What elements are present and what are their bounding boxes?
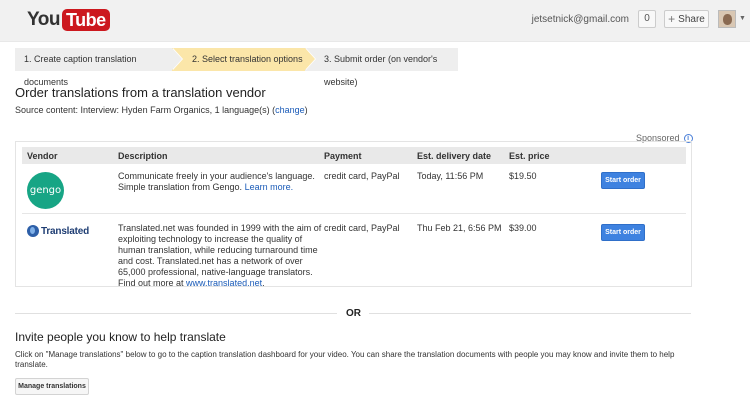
or-label: OR	[346, 308, 361, 319]
vendor-table: Vendor Description Payment Est. delivery…	[15, 141, 692, 288]
avatar-face-icon	[723, 14, 732, 25]
plus-icon: +	[668, 12, 676, 26]
table-header: Vendor Description Payment Est. delivery…	[22, 147, 686, 164]
learn-more-link[interactable]: Learn more.	[245, 182, 294, 192]
step-submit-order: 3. Submit order (on vendor's website)	[305, 48, 458, 87]
breadcrumb: 1. Create caption translation documents …	[15, 48, 458, 87]
table-row: Translated Translated.net was founded in…	[22, 215, 686, 288]
start-order-button[interactable]: Start order	[601, 224, 645, 241]
share-button[interactable]: + Share	[664, 10, 709, 28]
globe-icon	[27, 225, 39, 237]
table-row: gengo Communicate freely in your audienc…	[22, 164, 686, 214]
source-close: )	[304, 105, 308, 115]
vendor-column-header: Vendor	[27, 151, 58, 161]
price-cell: $39.00	[509, 223, 537, 233]
price-cell: $19.50	[509, 171, 537, 181]
step-label: 1. Create caption translation documents	[24, 54, 137, 87]
description-end: .	[262, 278, 265, 288]
divider	[15, 313, 337, 314]
page-title: Order translations from a translation ve…	[15, 85, 266, 100]
chevron-down-icon[interactable]: ▼	[739, 15, 746, 22]
logo-tube-text: Tube	[61, 9, 110, 31]
source-content: Source content: Interview: Hyden Farm Or…	[15, 105, 308, 115]
invite-title: Invite people you know to help translate	[15, 330, 226, 344]
price-column-header: Est. price	[509, 151, 550, 161]
payment-column-header: Payment	[324, 151, 362, 161]
delivery-column-header: Est. delivery date	[417, 151, 492, 161]
notification-count-button[interactable]: 0	[638, 10, 656, 28]
youtube-logo[interactable]: You Tube	[27, 9, 110, 31]
payment-cell: credit card, PayPal	[324, 171, 400, 181]
description-column-header: Description	[118, 151, 168, 161]
translated-website-link[interactable]: www.translated.net	[186, 278, 262, 288]
avatar[interactable]	[718, 10, 736, 28]
user-email[interactable]: jetsetnick@gmail.com	[532, 14, 629, 25]
source-text: Source content: Interview: Hyden Farm Or…	[15, 105, 276, 115]
invite-description: Click on "Manage translations" below to …	[15, 350, 675, 369]
share-label: Share	[678, 13, 705, 25]
top-header: You Tube jetsetnick@gmail.com 0 + Share …	[0, 0, 750, 42]
step-label: 2. Select translation options	[192, 54, 303, 64]
delivery-cell: Today, 11:56 PM	[417, 171, 484, 181]
step-label: 3. Submit order (on vendor's website)	[324, 54, 438, 87]
step-create-documents: 1. Create caption translation documents	[15, 48, 183, 87]
translated-logo-text: Translated	[41, 225, 90, 237]
step-select-options: 2. Select translation options	[172, 48, 316, 71]
change-link[interactable]: change	[275, 105, 305, 115]
divider	[369, 313, 691, 314]
delivery-cell: Thu Feb 21, 6:56 PM	[417, 223, 502, 233]
description-cell: Communicate freely in your audience's la…	[118, 171, 318, 193]
step-arrow	[172, 48, 182, 70]
payment-cell: credit card, PayPal	[324, 223, 400, 233]
description-cell: Translated.net was founded in 1999 with …	[118, 223, 323, 289]
start-order-button[interactable]: Start order	[601, 172, 645, 189]
step-arrow	[305, 48, 315, 70]
logo-you-text: You	[27, 9, 60, 30]
translated-logo: Translated	[27, 225, 89, 237]
manage-translations-button[interactable]: Manage translations	[15, 378, 89, 395]
gengo-logo: gengo	[27, 172, 64, 209]
